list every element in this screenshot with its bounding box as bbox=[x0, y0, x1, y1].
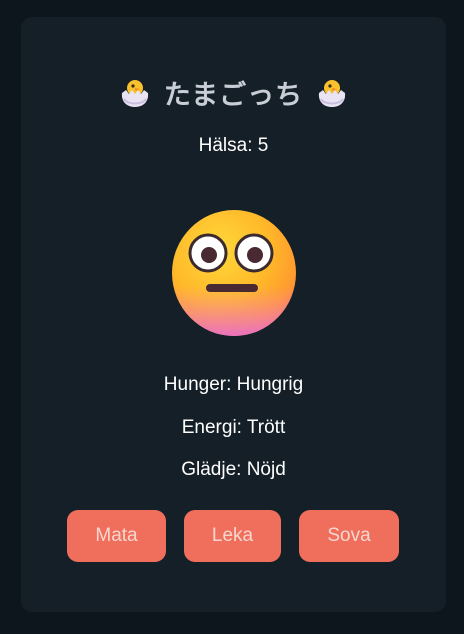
hunger-status: Hunger: Hungrig bbox=[163, 374, 304, 395]
health-status: Hälsa: 5 bbox=[198, 135, 269, 156]
tamagotchi-card: たまごっち Hälsa: 5 Hunger: Hungrig Energi: T… bbox=[21, 17, 446, 612]
feed-button[interactable]: Mata bbox=[67, 510, 166, 562]
neutral-face-icon bbox=[172, 210, 296, 336]
hatching-chick-icon bbox=[318, 80, 346, 107]
app-title: たまごっち bbox=[163, 79, 304, 111]
title-row: たまごっち bbox=[21, 72, 446, 112]
play-button[interactable]: Leka bbox=[184, 510, 281, 562]
energy-status: Energi: Trött bbox=[181, 417, 286, 438]
action-buttons: Mata Leka Sova bbox=[21, 510, 446, 562]
happiness-status: Glädje: Nöjd bbox=[181, 459, 286, 480]
sleep-button[interactable]: Sova bbox=[299, 510, 399, 562]
hatching-chick-icon bbox=[121, 80, 148, 107]
